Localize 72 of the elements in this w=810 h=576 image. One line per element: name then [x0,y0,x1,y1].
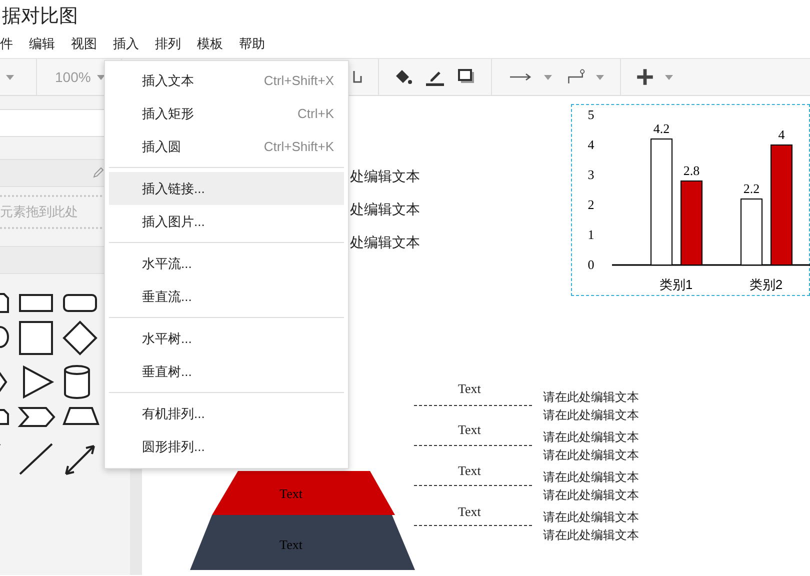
label-title: Text [458,463,481,479]
option-label: 有机排列... [142,404,205,422]
option-label: 水平流... [142,254,192,272]
data-label: 2.2 [743,181,760,196]
caret-icon[interactable] [6,74,14,80]
option-label: 垂直树... [142,362,192,380]
shadow-icon[interactable] [456,68,477,86]
label-text: 请在此处编辑文本 [543,509,639,526]
label-text: 请在此处编辑文本 [543,447,639,464]
menu-option[interactable]: 垂直流... [109,280,344,313]
shortcut-text: Ctrl+Shift+X [264,73,334,88]
connector-icon[interactable] [566,68,586,86]
pyramid-label: Text [280,537,302,552]
axis-tick-label: 5 [588,107,594,122]
menu-option[interactable]: 水平树... [109,322,344,355]
menu-option[interactable]: 插入链接... [109,172,344,205]
label-text: 请在此处编辑文本 [543,487,639,504]
menu-item[interactable]: 帮助 [239,35,265,53]
option-label: 圆形排列... [142,438,205,456]
data-label: 4 [778,127,785,142]
menu-option[interactable]: 插入圆 Ctrl+Shift+K [109,130,344,163]
option-label: 插入矩形 [142,104,194,122]
shortcut-text: Ctrl+K [298,106,334,121]
option-label: 水平树... [142,330,192,348]
menu-item[interactable]: 编辑 [29,35,55,53]
axis-tick-label: 3 [588,167,594,182]
label-title: Text [458,422,481,438]
option-label: 垂直流... [142,288,192,306]
option-label: 插入图片... [142,212,205,230]
label-text: 请在此处编辑文本 [543,469,639,486]
category-label: 类别1 [659,277,693,292]
caret-icon[interactable] [664,74,673,80]
data-label: 4.2 [653,121,670,136]
menu-option[interactable]: 圆形排列... [109,430,344,463]
option-label: 插入圆 [142,138,181,156]
axis-tick-label: 2 [588,197,594,212]
axis-tick-label: 4 [588,137,594,152]
menu-option[interactable]: 垂直树... [109,355,344,388]
menu-item[interactable]: 模板 [197,35,223,53]
caret-icon[interactable] [544,74,552,80]
document-title: 据对比图 [2,5,78,29]
pencil-icon[interactable] [92,167,104,179]
label-text: 请在此处编辑文本 [543,527,639,544]
category-label: 类别2 [749,277,783,292]
label-title: Text [458,381,481,397]
canvas-text: 处编辑文本 [350,201,420,219]
drop-hint: 元素拖到此处 [0,203,78,221]
menu-option[interactable]: 插入图片... [109,205,344,238]
canvas-text: 处编辑文本 [350,234,420,252]
axis-tick-label: 1 [588,227,594,242]
menu-item[interactable]: 排列 [155,35,181,53]
pyramid-label: Text [280,486,302,501]
shortcut-text: Ctrl+Shift+K [264,139,334,154]
caret-icon[interactable] [596,74,604,80]
option-label: 插入链接... [142,180,205,198]
option-label: 插入文本 [142,72,194,90]
label-title: Text [458,504,481,520]
menu-item[interactable]: 件 [0,35,13,53]
menu-item[interactable]: 插入 [113,35,139,53]
menu-item[interactable]: 视图 [71,35,97,53]
label-text: 请在此处编辑文本 [543,429,639,446]
canvas-text: 处编辑文本 [350,168,420,186]
menu-option[interactable]: 插入文本 Ctrl+Shift+X [109,64,344,97]
data-label: 2.8 [683,163,700,178]
menu-option[interactable]: 水平流... [109,247,344,280]
menu-option[interactable]: 插入矩形 Ctrl+K [109,97,344,130]
menu-option[interactable]: 有机排列... [109,397,344,430]
label-text: 请在此处编辑文本 [543,407,639,424]
caret-icon[interactable] [96,74,105,80]
label-text: 请在此处编辑文本 [543,389,639,406]
plus-icon[interactable] [634,68,655,86]
axis-tick-label: 0 [588,257,594,272]
